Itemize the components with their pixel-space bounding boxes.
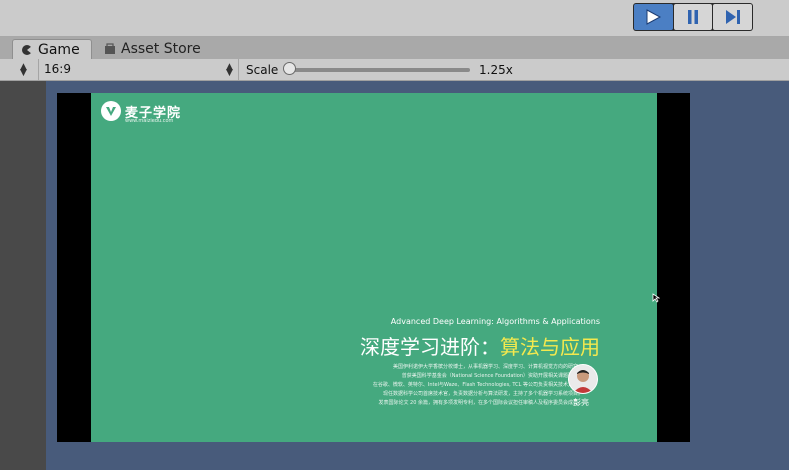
- scale-slider-thumb[interactable]: [283, 62, 296, 75]
- tab-bar: Game Asset Store: [0, 37, 789, 59]
- game-icon: [22, 44, 32, 55]
- tab-game-label: Game: [38, 41, 80, 58]
- logo-mark-icon: [101, 101, 121, 121]
- bio-line: 发表国际论文 20 余篇，拥有多项发明专利，在多个国际会议担任审稿人及程序委员会…: [378, 400, 583, 406]
- course-title-english: Advanced Deep Learning: Algorithms & App…: [390, 317, 600, 326]
- scale-label: Scale: [246, 63, 279, 77]
- bio-line: 现任数据科学公司首席技术官，负责数据分析与算法研发，主持了多个机器学习系统项目。: [382, 391, 583, 397]
- aspect-ratio-value: 16:9: [44, 62, 71, 76]
- course-title-chinese: 深度学习进阶：算法与应用: [360, 331, 600, 360]
- speaker-photo: [568, 364, 598, 394]
- scale-value: 1.25x: [479, 63, 513, 77]
- tab-game[interactable]: Game: [12, 39, 92, 59]
- bio-line: 曾获美国科学基金会（National Science Foundation）资助…: [401, 373, 583, 379]
- video-slide: 麦子学院 www.maiziedu.com Advanced Deep Lear…: [91, 93, 657, 442]
- step-button[interactable]: [713, 4, 753, 30]
- tab-asset-store-label: Asset Store: [121, 41, 201, 57]
- bio-line: 在谷歌、微软、英特尔、Intel与Waze、Flash Technologies…: [372, 382, 583, 388]
- mouse-cursor-icon: [652, 293, 660, 303]
- course-title-part-1: 深度学习进阶：: [360, 335, 500, 359]
- left-panel-strip: [0, 81, 46, 470]
- logo-url: www.maiziedu.com: [125, 118, 174, 124]
- play-button[interactable]: [634, 4, 673, 30]
- speaker-bio: 美国伊利诺伊大学香槟分校博士，从事机器学习、深度学习、计算机视觉方向的研究。 曾…: [373, 363, 583, 408]
- course-title-part-2: 算法与应用: [500, 335, 600, 359]
- display-selector[interactable]: ▲ ▼: [0, 59, 39, 80]
- bio-line: 美国伊利诺伊大学香槟分校博士，从事机器学习、深度学习、计算机视觉方向的研究。: [392, 364, 583, 370]
- maizi-logo: 麦子学院 www.maiziedu.com: [101, 101, 181, 124]
- step-icon: [725, 10, 740, 24]
- speaker-name: 彭亮: [573, 398, 589, 407]
- tab-asset-store[interactable]: Asset Store: [104, 39, 201, 59]
- updown-arrow-icon: ▲ ▼: [20, 62, 27, 78]
- main-toolbar: [0, 0, 789, 37]
- pause-button[interactable]: [673, 4, 713, 30]
- aspect-ratio-dropdown[interactable]: 16:9 ▲ ▼: [38, 59, 239, 80]
- scale-slider-track[interactable]: [286, 68, 470, 72]
- dropdown-arrow-icon: ▲ ▼: [226, 62, 233, 78]
- play-icon: [646, 9, 662, 25]
- playback-controls: [633, 3, 753, 31]
- game-view-toolbar: ▲ ▼ 16:9 ▲ ▼ Scale 1.25x: [0, 59, 789, 81]
- pause-icon: [688, 10, 698, 24]
- asset-store-icon: [105, 43, 115, 54]
